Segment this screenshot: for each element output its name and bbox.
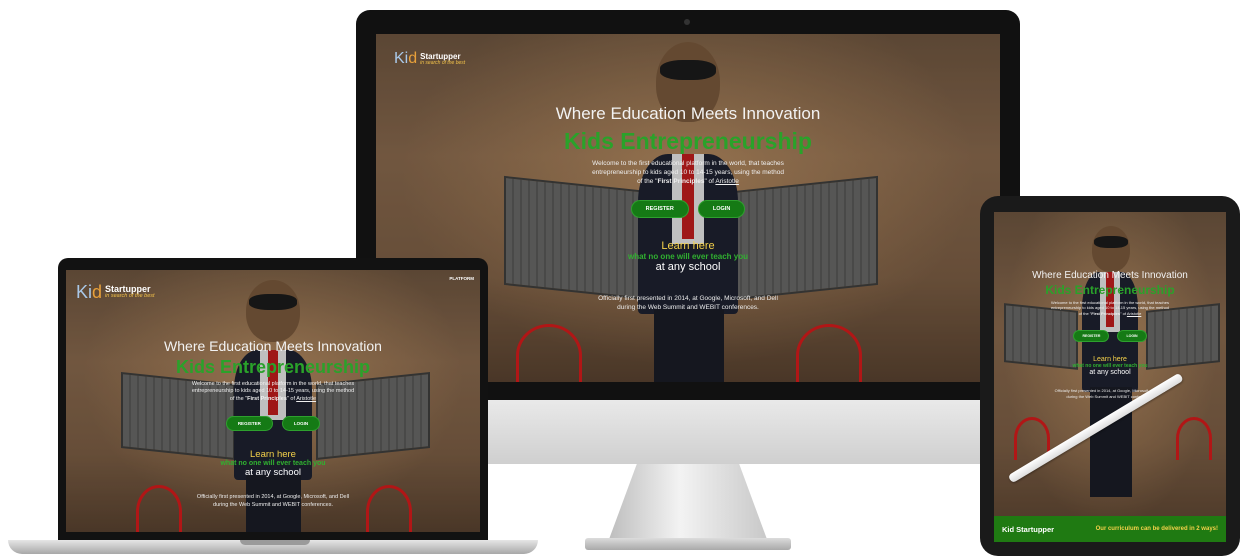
brand-title: Kids Entrepreneurship <box>564 128 812 154</box>
presented-line-2: during the Web Summit and WEBIT conferen… <box>1066 393 1154 399</box>
login-button[interactable]: LOGIN <box>1117 330 1147 343</box>
login-button[interactable]: LOGIN <box>281 416 321 432</box>
logo-wordmark: Startupper in search of the best <box>105 285 155 300</box>
register-button[interactable]: REGISTER <box>1073 330 1110 343</box>
welcome-pre: of the " <box>1078 310 1092 316</box>
welcome-mid: " of <box>286 395 297 402</box>
aristotle-link[interactable]: Aristotle <box>715 178 738 185</box>
at-school-text: at any school <box>1089 369 1131 377</box>
site-logo[interactable]: Kid Startupper in search of the best <box>394 50 465 68</box>
welcome-line-3: of the "First Principles" of Aristotle <box>66 396 480 403</box>
welcome-text: Welcome to the first educational platfor… <box>994 300 1226 316</box>
imac-stand <box>608 464 768 542</box>
logo-tagline: in search of the best <box>105 293 155 300</box>
cta-group: REGISTER LOGIN <box>994 322 1226 343</box>
welcome-bold: First Principles <box>657 177 705 185</box>
logo-wordmark: Startupper in search of the best <box>420 52 466 66</box>
cta-group: REGISTER LOGIN <box>66 410 480 432</box>
footer-brand-name: Kid Startupper <box>1002 524 1055 534</box>
laptop-notch <box>240 540 310 545</box>
welcome-line-2: entrepreneurship to kids aged 10 to 14-1… <box>191 388 355 395</box>
cta-group: REGISTER LOGIN <box>376 195 1000 219</box>
logo-kid-text: Kid <box>76 282 103 302</box>
register-button[interactable]: REGISTER <box>630 200 689 219</box>
aristotle-link[interactable]: Aristotle <box>296 396 316 402</box>
welcome-text: Welcome to the first educational platfor… <box>376 160 1000 186</box>
page-headline: Where Education Meets Innovation <box>1032 270 1188 281</box>
learn-here-text: Learn here <box>1093 356 1127 364</box>
learn-sub-text: what no one will ever teach you <box>220 460 326 468</box>
footer-curriculum-note[interactable]: Our curriculum can be delivered in 2 way… <box>1096 526 1218 532</box>
brand-title: Kids Entrepreneurship <box>1045 283 1175 297</box>
nav-platform-link[interactable]: PLATFORM <box>449 276 474 281</box>
login-button[interactable]: LOGIN <box>697 200 746 219</box>
welcome-line-1: Welcome to the first educational platfor… <box>592 160 784 167</box>
page-headline: Where Education Meets Innovation <box>164 338 382 354</box>
tablet-footer-bar: Kid Startupper Our curriculum can be del… <box>994 516 1226 542</box>
logo-tagline: in search of the best <box>420 59 466 66</box>
camera-dot-icon <box>684 19 690 25</box>
welcome-bold: First Principles <box>247 395 287 402</box>
welcome-text: Welcome to the first educational platfor… <box>66 381 480 403</box>
welcome-pre: of the " <box>637 177 658 185</box>
register-button[interactable]: REGISTER <box>225 416 273 432</box>
welcome-bold: First Principles <box>1091 310 1121 316</box>
welcome-line-3: of the "First Principles" of Aristotle <box>994 311 1226 316</box>
page-headline: Where Education Meets Innovation <box>555 104 821 123</box>
site-logo[interactable]: Kid Startupper in search of the best <box>76 282 155 303</box>
learn-here-text: Learn here <box>661 240 715 253</box>
presented-line-2: during the Web Summit and WEBIT conferen… <box>213 501 333 508</box>
welcome-mid: " of <box>1120 310 1127 316</box>
aristotle-link[interactable]: Aristotle <box>1127 311 1141 316</box>
welcome-mid: " of <box>704 177 716 185</box>
at-school-text: at any school <box>245 467 301 479</box>
logo-kid-text: Kid <box>394 50 418 67</box>
presented-text: Officially first presented in 2014, at G… <box>994 388 1226 399</box>
welcome-line-1: Welcome to the first educational platfor… <box>191 381 355 387</box>
learn-here-text: Learn here <box>250 449 296 461</box>
imac-stand-foot <box>585 538 791 550</box>
welcome-line-2: entrepreneurship to kids aged 10 to 14-1… <box>592 168 784 176</box>
presented-text: Officially first presented in 2014, at G… <box>66 494 480 509</box>
welcome-line-3: of the "First Principles" of Aristotle <box>376 178 1000 187</box>
laptop-screen: Kid Startupper in search of the best PLA… <box>66 270 480 532</box>
brand-title: Kids Entrepreneurship <box>175 357 371 377</box>
tablet-screen: Where Education Meets Innovation Kids En… <box>994 212 1226 542</box>
presented-line-1: Officially first presented in 2014, at G… <box>196 494 350 501</box>
welcome-pre: of the " <box>229 395 248 402</box>
